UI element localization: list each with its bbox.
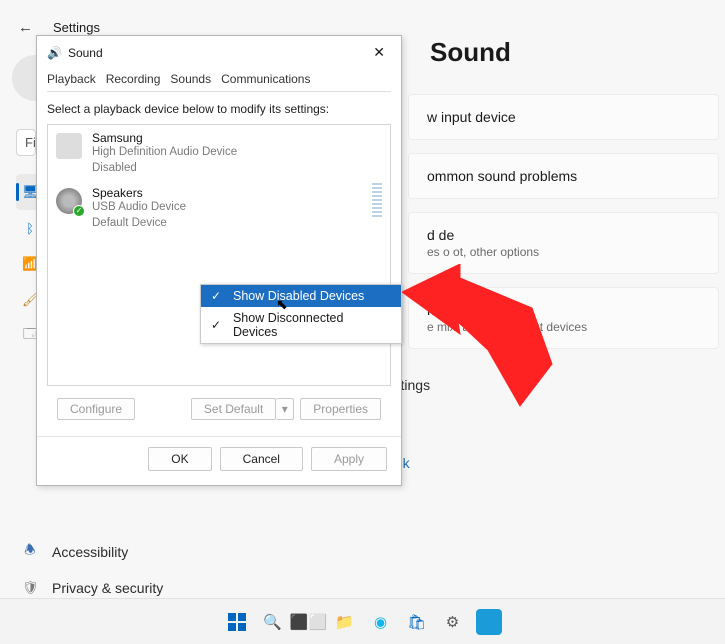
explorer-icon[interactable]: 📁 [332,609,358,635]
speaker-icon: 🔊 [47,46,62,60]
row-primary: d de [427,227,700,243]
back-icon[interactable]: ← [18,19,33,36]
row-secondary: e mix, app input & put devices [427,320,700,334]
apply-button[interactable]: Apply [311,447,387,471]
settings-row[interactable]: mixer e mix, app input & put devices [408,287,719,349]
nav-label: Privacy & security [52,580,163,596]
search-icon[interactable]: 🔍 [260,609,286,635]
page-title: Sound [430,37,719,68]
properties-button[interactable]: Properties [300,398,381,420]
device-sub: USB Audio Device [92,200,186,216]
row-primary: ommon sound problems [427,168,700,184]
tab-recording[interactable]: Recording [106,69,161,89]
sound-dialog: 🔊 Sound ✕ Playback Recording Sounds Communi… [36,35,402,486]
volume-meter [372,183,382,217]
context-label: Show Disabled Devices [233,289,364,303]
sidebar-item-9[interactable] [16,498,266,534]
tab-playback[interactable]: Playback [47,69,96,89]
settings-title: Settings [53,20,100,35]
device-name: Samsung [92,131,237,145]
set-default-dropdown[interactable]: ▾ [276,398,294,420]
device-status: Default Device [92,216,186,232]
dialog-title: Sound [68,46,103,60]
settings-row[interactable]: d de es o ot, other options [408,212,719,274]
cursor-icon: ⬉ [276,296,288,313]
settings-row[interactable]: ommon sound problems [408,153,719,199]
device-status: Disabled [92,161,237,177]
row-primary: mixer [427,302,700,318]
context-label: Show Disconnected Devices [233,311,391,339]
device-item[interactable]: Samsung High Definition Audio Device Dis… [48,125,390,180]
context-menu: ✓ Show Disabled Devices ✓ Show Disconnected… [200,284,402,344]
ok-button[interactable]: OK [148,447,211,471]
row-secondary: es o ot, other options [427,245,700,259]
device-icon [56,133,82,159]
device-name: Speakers [92,186,186,200]
device-list[interactable]: Samsung High Definition Audio Device Dis… [47,124,391,386]
app-icon[interactable] [476,609,502,635]
set-default-button[interactable]: Set Default [191,398,276,420]
tab-sounds[interactable]: Sounds [170,69,211,89]
device-icon: ✓ [56,188,82,214]
taskview-icon[interactable]: ⬛⬜ [296,609,322,635]
configure-button[interactable]: Configure [57,398,135,420]
context-menu-item[interactable]: ✓ Show Disconnected Devices [201,307,401,343]
search-input[interactable]: Fin [16,129,36,156]
sidebar-item-10[interactable]: 🕭 Accessibility [16,534,266,570]
row-primary: w input device [427,109,700,125]
nav-label: Accessibility [52,544,128,560]
start-button[interactable] [224,609,250,635]
settings-icon[interactable]: ⚙ [440,609,466,635]
check-icon: ✓ [211,289,223,303]
tab-communications[interactable]: Communications [221,69,310,89]
device-sub: High Definition Audio Device [92,145,237,161]
dialog-instructions: Select a playback device below to modify… [47,102,391,116]
close-icon[interactable]: ✕ [367,42,391,63]
settings-row[interactable]: w input device [408,94,719,140]
nav-icon: 🛡 [22,580,38,596]
device-item[interactable]: ✓ Speakers USB Audio Device Default Devi… [48,180,390,235]
taskbar: 🔍 ⬛⬜ 📁 ◉ 🛍 ⚙ [0,598,725,644]
store-icon[interactable]: 🛍 [404,609,430,635]
context-menu-item[interactable]: ✓ Show Disabled Devices [201,285,401,307]
edge-icon[interactable]: ◉ [368,609,394,635]
cancel-button[interactable]: Cancel [220,447,303,471]
nav-icon: 🕭 [22,541,38,563]
check-icon: ✓ [211,318,223,332]
